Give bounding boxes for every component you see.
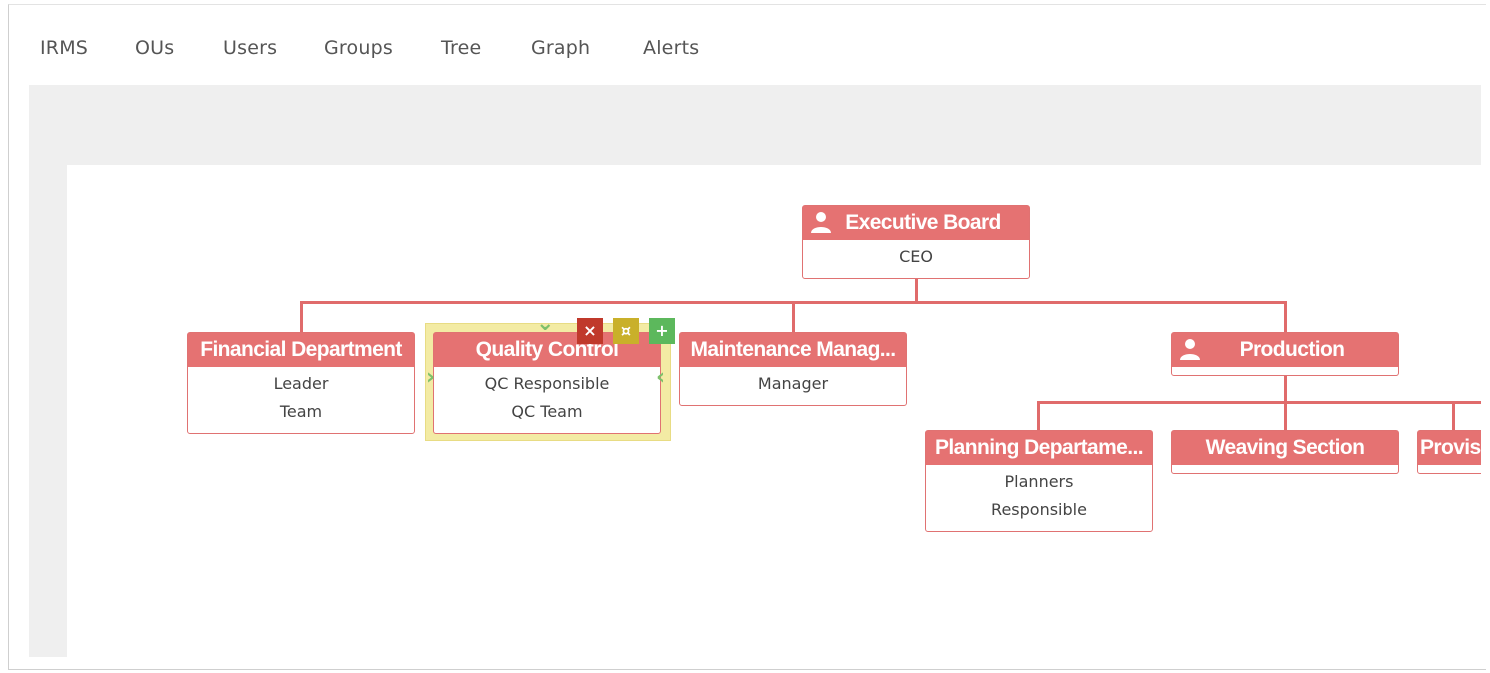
nav-item-groups[interactable]: Groups [324, 37, 393, 59]
connector-line [300, 301, 303, 333]
org-node-provision[interactable]: Provisi [1417, 430, 1481, 474]
org-node-role: Planners [1004, 472, 1074, 491]
workspace-area: Executive Board CEO Financial Department… [29, 85, 1481, 657]
person-icon [811, 212, 831, 233]
nav-item-ous[interactable]: OUs [135, 37, 174, 59]
connector-line [915, 277, 918, 303]
nav-item-irms[interactable]: IRMS [40, 37, 88, 59]
chevron-left-icon[interactable]: ‹ [656, 365, 665, 390]
org-node-header: Maintenance Manag... [680, 333, 906, 367]
nav-item-graph[interactable]: Graph [531, 37, 590, 59]
connector-line [1284, 375, 1287, 403]
connector-line [1284, 401, 1287, 431]
org-node-production[interactable]: Production [1171, 332, 1399, 376]
org-node-title: Maintenance Manag... [690, 338, 896, 361]
org-node-header: Weaving Section [1172, 431, 1398, 465]
app-window: IRMS OUs Users Groups Tree Graph Alerts [8, 4, 1486, 670]
connector-line [792, 301, 795, 333]
org-node-roles: Manager [680, 367, 906, 401]
org-node-header: Provisi [1418, 431, 1481, 465]
org-node-role: QC Responsible [484, 374, 610, 393]
org-node-header: Executive Board [803, 206, 1029, 240]
connector-line [1284, 301, 1287, 333]
org-node-role: CEO [899, 247, 933, 266]
org-node-planning[interactable]: Planning Departame... Planners Responsib… [925, 430, 1153, 532]
person-icon [1180, 339, 1200, 360]
delete-node-button[interactable]: × [577, 318, 603, 344]
connector-line [1037, 401, 1040, 431]
org-node-header: Planning Departame... [926, 431, 1152, 465]
org-node-role: Team [279, 402, 323, 421]
edit-node-button[interactable]: ¤ [613, 318, 639, 344]
org-node-executive-board[interactable]: Executive Board CEO [802, 205, 1030, 279]
org-node-role: Responsible [991, 500, 1087, 519]
top-nav: IRMS OUs Users Groups Tree Graph Alerts [9, 5, 1486, 89]
connector-line [1452, 401, 1455, 431]
org-node-title: Planning Departame... [935, 436, 1144, 459]
nav-item-alerts[interactable]: Alerts [643, 37, 699, 59]
org-node-roles: Leader Team [188, 367, 414, 429]
org-node-header: Financial Department [188, 333, 414, 367]
org-node-roles: QC Responsible QC Team [434, 367, 660, 429]
org-node-header: Production [1172, 333, 1398, 367]
org-node-roles: CEO [803, 240, 1029, 274]
chevron-right-icon[interactable]: › [426, 365, 435, 390]
connector-line [1037, 401, 1481, 404]
nav-item-users[interactable]: Users [223, 37, 277, 59]
org-node-title: Weaving Section [1205, 436, 1365, 459]
org-node-role: Leader [273, 374, 329, 393]
org-node-quality-control[interactable]: Quality Control QC Responsible QC Team [433, 332, 661, 434]
org-node-maintenance[interactable]: Maintenance Manag... Manager [679, 332, 907, 406]
org-node-title: Executive Board [845, 211, 1001, 234]
org-node-role: Manager [757, 374, 829, 393]
org-node-title: Provisi [1420, 436, 1481, 459]
chevron-down-icon[interactable]: ⌄ [536, 311, 554, 336]
org-node-title: Financial Department [200, 338, 402, 361]
org-node-financial-department[interactable]: Financial Department Leader Team [187, 332, 415, 434]
org-chart-canvas[interactable]: Executive Board CEO Financial Department… [67, 165, 1481, 657]
add-node-button[interactable]: + [649, 318, 675, 344]
org-node-title: Production [1239, 338, 1345, 361]
nav-item-tree[interactable]: Tree [441, 37, 481, 59]
org-node-weaving[interactable]: Weaving Section [1171, 430, 1399, 474]
org-node-role: QC Team [511, 402, 583, 421]
org-node-roles: Planners Responsible [926, 465, 1152, 527]
